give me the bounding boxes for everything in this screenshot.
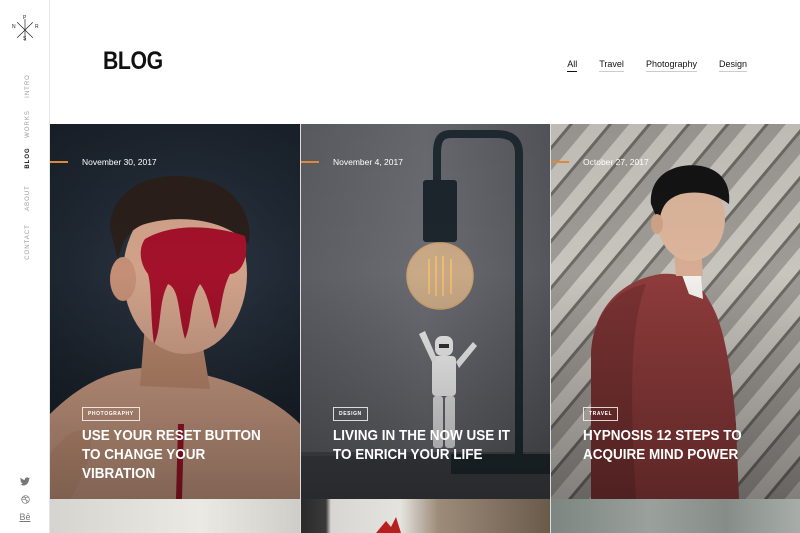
side-nav-contact[interactable]: CONTACT [25, 212, 31, 272]
logo[interactable]: P N R S [11, 16, 39, 44]
twitter-icon[interactable] [0, 472, 50, 490]
dribbble-icon[interactable] [0, 490, 50, 508]
page-title: BLOG [103, 47, 163, 75]
logo-letter-top: P [23, 15, 27, 21]
logo-letter-right: R [35, 24, 39, 30]
post-date: October 27, 2017 [583, 157, 649, 167]
post-image-peek[interactable] [50, 499, 300, 533]
post-tag[interactable]: PHOTOGRAPHY [82, 407, 140, 421]
post-card[interactable]: October 27, 2017 TRAVEL HYPNOSIS 12 STEP… [550, 124, 800, 499]
filter-design[interactable]: Design [718, 59, 747, 72]
date-accent-line [50, 161, 68, 163]
filter-photography[interactable]: Photography [645, 59, 697, 72]
post-title[interactable]: HYPNOSIS 12 STEPS TO ACQUIRE MIND POWER [583, 426, 763, 464]
posts-grid-next-row [50, 499, 800, 533]
post-tag[interactable]: DESIGN [333, 407, 368, 421]
filter-all[interactable]: All [567, 59, 578, 72]
category-filters: All Travel Photography Design [567, 59, 747, 72]
post-date: November 30, 2017 [82, 157, 157, 167]
posts-grid: November 30, 2017 PHOTOGRAPHY USE YOUR R… [50, 124, 800, 499]
social-links: Bē [0, 472, 50, 526]
date-accent-line [301, 161, 319, 163]
post-image-peek[interactable] [550, 499, 800, 533]
sidebar: P N R S INTRO WORKS BLOG ABOUT CONTACT B… [0, 0, 50, 533]
behance-icon[interactable]: Bē [0, 508, 50, 526]
logo-letter-bottom: S [23, 36, 27, 42]
post-tag[interactable]: TRAVEL [583, 407, 619, 421]
post-date: November 4, 2017 [333, 157, 403, 167]
post-card[interactable]: November 4, 2017 DESIGN LIVING IN THE NO… [300, 124, 550, 499]
date-accent-line [551, 161, 569, 163]
post-title[interactable]: LIVING IN THE NOW USE IT TO ENRICH YOUR … [333, 426, 513, 464]
filter-travel[interactable]: Travel [599, 59, 624, 72]
logo-letter-left: N [12, 24, 16, 30]
post-card[interactable]: November 30, 2017 PHOTOGRAPHY USE YOUR R… [50, 124, 300, 499]
post-image-peek[interactable] [300, 499, 550, 533]
post-title[interactable]: USE YOUR RESET BUTTON TO CHANGE YOUR VIB… [82, 426, 262, 483]
